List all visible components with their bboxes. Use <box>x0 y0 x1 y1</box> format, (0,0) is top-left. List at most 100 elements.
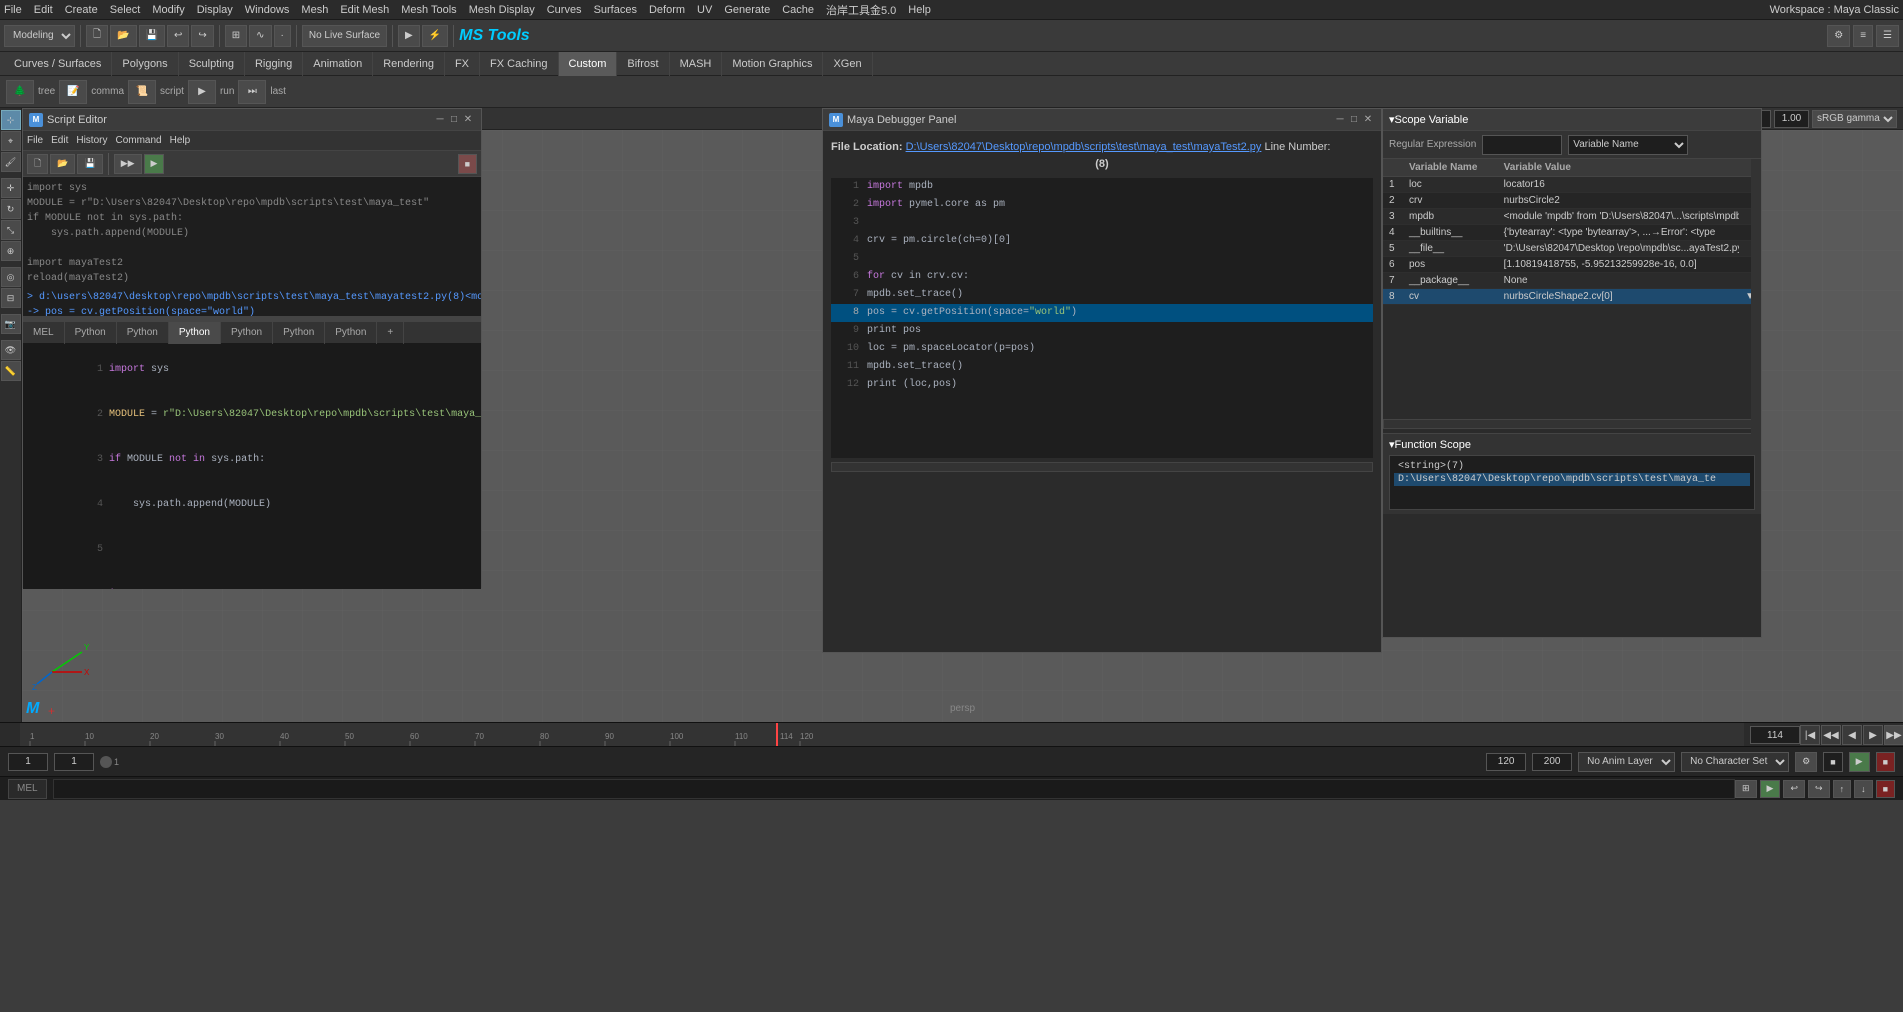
call-stack-item-2[interactable]: D:\Users\82047\Desktop\repo\mpdb\scripts… <box>1394 473 1750 486</box>
tab-mel[interactable]: MEL <box>23 322 65 344</box>
se-save-btn[interactable]: 💾 <box>77 154 102 174</box>
regex-input[interactable] <box>1482 135 1562 155</box>
scope-table-hscroll[interactable] <box>1383 419 1761 429</box>
tab-motion-graphics[interactable]: Motion Graphics <box>722 52 823 76</box>
menu-deform[interactable]: Deform <box>649 4 685 16</box>
se-new-btn[interactable]: 🗋 <box>27 154 48 174</box>
se-menu-edit[interactable]: Edit <box>51 135 68 146</box>
tab-python4[interactable]: Python <box>221 322 273 344</box>
vp-color-mode[interactable]: sRGB gamma <box>1812 110 1897 128</box>
snap-btn[interactable]: ⊟ <box>1 288 21 308</box>
snap-point-btn[interactable]: · <box>274 25 291 47</box>
status-up-btn[interactable]: ↑ <box>1833 780 1852 798</box>
menu-cache[interactable]: Cache <box>782 4 814 16</box>
status-grid-btn[interactable]: ⊞ <box>1735 780 1757 798</box>
anim-layer-select[interactable]: No Anim Layer <box>1578 752 1675 772</box>
custom-tree-btn[interactable]: 🌲 <box>6 80 34 104</box>
menu-mesh-tools[interactable]: Mesh Tools <box>401 4 456 16</box>
current-frame-input[interactable] <box>1750 726 1800 744</box>
tab-python2[interactable]: Python <box>117 322 169 344</box>
call-stack-item-1[interactable]: <string>(7) <box>1394 460 1750 473</box>
se-open-btn[interactable]: 📂 <box>50 154 75 174</box>
file-path-link[interactable]: D:\Users\82047\Desktop\repo\mpdb\scripts… <box>906 141 1262 153</box>
status-play-btn[interactable]: ▶ <box>1760 780 1781 798</box>
status-stop-btn[interactable]: ■ <box>1876 780 1895 798</box>
end-frame-input[interactable] <box>1532 753 1572 771</box>
tab-bifrost[interactable]: Bifrost <box>617 52 669 76</box>
anim-settings-btn[interactable]: ⚙ <box>1795 752 1817 772</box>
undo-btn[interactable]: ↩ <box>167 25 189 47</box>
maximize-btn[interactable]: □ <box>447 113 461 127</box>
scope-row-4[interactable]: 4 __builtins__ {'bytearray': <type 'byte… <box>1383 225 1761 241</box>
menu-mesh-display[interactable]: Mesh Display <box>469 4 535 16</box>
debug-min-btn[interactable]: ─ <box>1333 113 1347 127</box>
stop-btn[interactable]: ■ <box>1876 752 1895 772</box>
tab-rendering[interactable]: Rendering <box>373 52 445 76</box>
custom-last-btn[interactable]: ⏭ <box>238 80 266 104</box>
debugger-hscroll[interactable] <box>831 462 1373 472</box>
menu-modify[interactable]: Modify <box>152 4 184 16</box>
redo-btn[interactable]: ↪ <box>191 25 213 47</box>
paint-tool[interactable]: 🖌 <box>1 152 21 172</box>
tick-track[interactable]: 1 10 20 30 40 50 60 70 80 90 100 110 114 <box>20 723 1743 746</box>
show-hide-btn[interactable]: 👁 <box>1 340 21 360</box>
menu-file[interactable]: File <box>4 4 22 16</box>
right-icons-2[interactable]: ≡ <box>1853 25 1873 47</box>
minimize-btn[interactable]: ─ <box>433 113 447 127</box>
tab-polygons[interactable]: Polygons <box>112 52 178 76</box>
tab-python1[interactable]: Python <box>65 322 117 344</box>
open-btn[interactable]: 📂 <box>110 25 136 47</box>
tab-curves-surfaces[interactable]: Curves / Surfaces <box>4 52 112 76</box>
command-input[interactable] <box>53 779 1735 799</box>
live-surface-btn[interactable]: No Live Surface <box>302 25 387 47</box>
se-run-all-btn[interactable]: ▶▶ <box>114 154 142 174</box>
scope-vscroll[interactable] <box>1751 159 1761 439</box>
play-btn2[interactable]: ▶ <box>1849 752 1870 772</box>
custom-run-btn[interactable]: ▶ <box>188 80 216 104</box>
menu-select[interactable]: Select <box>110 4 141 16</box>
vp-zoom-input[interactable] <box>1774 110 1809 128</box>
menu-edit-mesh[interactable]: Edit Mesh <box>340 4 389 16</box>
new-scene-btn[interactable]: 🗋 <box>86 25 108 47</box>
se-menu-help[interactable]: Help <box>170 135 191 146</box>
tab-mash[interactable]: MASH <box>670 52 723 76</box>
tab-python3[interactable]: Python <box>169 322 221 344</box>
menu-generate[interactable]: Generate <box>724 4 770 16</box>
menu-tools[interactable]: 治岸工具金5.0 <box>826 2 896 18</box>
menu-help[interactable]: Help <box>908 4 931 16</box>
tab-rigging[interactable]: Rigging <box>245 52 303 76</box>
close-btn[interactable]: ✕ <box>461 113 475 127</box>
scale-tool[interactable]: ⤡ <box>1 220 21 240</box>
menu-create[interactable]: Create <box>65 4 98 16</box>
snap-curve-btn[interactable]: ∿ <box>249 25 271 47</box>
custom-comma-btn[interactable]: 📝 <box>59 80 87 104</box>
se-menu-command[interactable]: Command <box>115 135 161 146</box>
script-output-area[interactable]: import sys MODULE = r"D:\Users\82047\Des… <box>23 177 481 317</box>
ipr-btn[interactable]: ⚡ <box>422 25 448 47</box>
menu-mesh[interactable]: Mesh <box>301 4 328 16</box>
scope-row-3[interactable]: 3 mpdb <module 'mpdb' from 'D:\Users\820… <box>1383 209 1761 225</box>
scope-row-1[interactable]: 1 loc locator16 <box>1383 177 1761 193</box>
snap-grid-btn[interactable]: ⊞ <box>225 25 247 47</box>
tab-fx[interactable]: FX <box>445 52 480 76</box>
char-set-select[interactable]: No Character Set <box>1681 752 1789 772</box>
pb-step-fwd-btn[interactable]: ▶ <box>1863 725 1883 745</box>
end-range-input[interactable] <box>1486 753 1526 771</box>
tab-custom[interactable]: Custom <box>559 52 618 76</box>
se-run-btn[interactable]: ▶ <box>144 154 165 174</box>
lasso-tool[interactable]: ⌖ <box>1 131 21 151</box>
tab-xgen[interactable]: XGen <box>823 52 872 76</box>
menu-curves[interactable]: Curves <box>547 4 582 16</box>
right-icons-3[interactable]: ☰ <box>1876 25 1899 47</box>
se-menu-history[interactable]: History <box>76 135 107 146</box>
soft-select-btn[interactable]: ◎ <box>1 267 21 287</box>
pb-prev-btn[interactable]: ◀◀ <box>1821 725 1841 745</box>
universal-tool[interactable]: ⊕ <box>1 241 21 261</box>
menu-edit[interactable]: Edit <box>34 4 53 16</box>
move-tool[interactable]: ✛ <box>1 178 21 198</box>
tab-python5[interactable]: Python <box>273 322 325 344</box>
se-stop-btn[interactable]: ■ <box>458 154 477 174</box>
pb-step-back-btn[interactable]: ◀ <box>1842 725 1862 745</box>
scope-row-2[interactable]: 2 crv nurbsCircle2 <box>1383 193 1761 209</box>
scope-row-6[interactable]: 6 pos [1.10819418755, -5.95213259928e-16… <box>1383 257 1761 273</box>
